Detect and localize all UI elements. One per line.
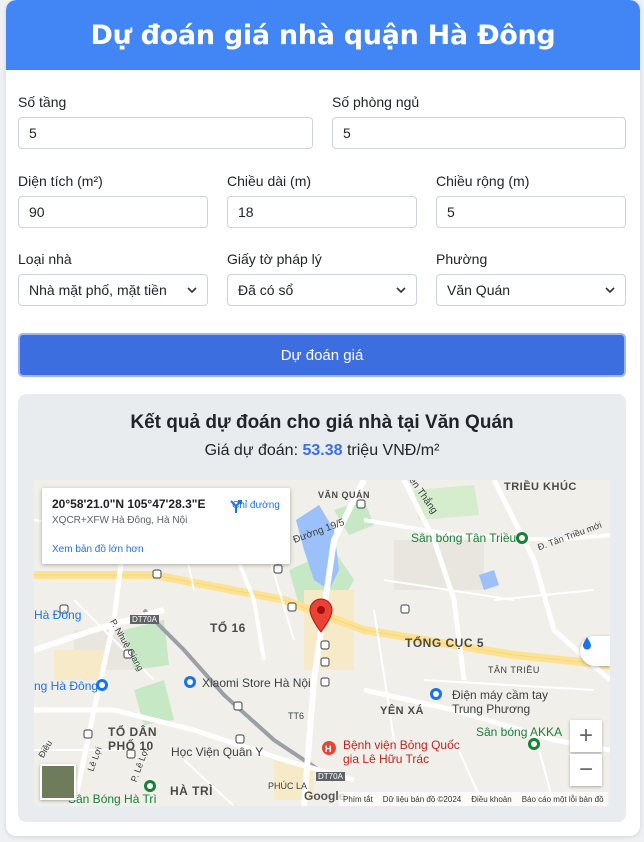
map-label-hoc-vien: Học Viện Quân Y	[171, 745, 264, 759]
map-label-to-dan-pho-a: TỔ DÂN	[108, 725, 157, 739]
price-prefix: Giá dự đoán:	[204, 442, 299, 459]
map-label-dt70a-2: DT70A	[316, 772, 345, 781]
predict-button[interactable]: Dự đoán giá	[18, 333, 626, 377]
map-label-san-bong-tan-trieu: Sân bóng Tân Triều	[411, 531, 517, 545]
bedrooms-input[interactable]: 5	[332, 117, 626, 149]
main-card: Dự đoán giá nhà quận Hà Đông Số tầng 5 S…	[6, 0, 640, 836]
width-label: Chiều rộng (m)	[436, 173, 530, 189]
ward-value: Văn Quán	[447, 282, 511, 298]
legal-select[interactable]: Đã có sổ	[227, 274, 417, 306]
width-input[interactable]: 5	[436, 196, 626, 228]
area-label: Diện tích (m²)	[18, 173, 103, 189]
header: Dự đoán giá nhà quận Hà Đông	[6, 0, 640, 70]
svg-text:H: H	[325, 744, 332, 754]
map-label-trung-phuong: Trung Phương	[452, 702, 531, 716]
chevron-down-icon	[396, 287, 406, 294]
map-footer-terms[interactable]: Điều khoản	[471, 795, 511, 804]
ward-label: Phường	[436, 251, 488, 267]
map-plus-code: XQCR+XFW Hà Đông, Hà Nội	[52, 515, 188, 526]
house-type-label: Loại nhà	[18, 251, 72, 267]
view-larger-map-link[interactable]: Xem bản đồ lớn hơn	[52, 544, 144, 555]
directions-button[interactable]: Chỉ đường	[228, 498, 284, 513]
pegman-button[interactable]	[580, 636, 610, 666]
map-label-benh-vien-2: gia Lê Hữu Trác	[343, 752, 430, 766]
map-label-dien-may: Điện máy cầm tay	[452, 688, 549, 702]
zoom-in-button[interactable]: +	[570, 720, 602, 752]
length-input[interactable]: 18	[227, 196, 417, 228]
legal-label: Giấy tờ pháp lý	[227, 251, 322, 267]
map-label-ha-tri: HÀ TRÌ	[170, 784, 213, 798]
map-label-tan-trieu: TÂN TRIỀU	[488, 665, 540, 675]
area-input[interactable]: 90	[18, 196, 208, 228]
map-label-san-bong-akka: Sân bóng AKKA	[476, 725, 563, 739]
result-price: Giá dự đoán: 53.38 triệu VNĐ/m²	[18, 442, 626, 460]
water-drop-icon	[583, 637, 591, 650]
map-info-box: 20°58'21.0"N 105°47'28.3"E XQCR+XFW Hà Đ…	[42, 488, 290, 564]
map-footer-shortcuts[interactable]: Phím tắt	[343, 795, 373, 804]
map-footer-report[interactable]: Báo cáo một lỗi bản đồ	[522, 795, 604, 804]
floors-label: Số tầng	[18, 94, 67, 110]
map-label-tong-cuc-5: TỔNG CỤC 5	[405, 636, 485, 650]
house-type-value: Nhà mặt phố, mặt tiền	[29, 282, 167, 298]
page-title: Dự đoán giá nhà quận Hà Đông	[90, 19, 556, 51]
map-coordinates: 20°58'21.0"N 105°47'28.3"E	[52, 497, 206, 511]
satellite-toggle[interactable]	[40, 764, 76, 800]
google-map[interactable]: H VĂN QUÁN TRIỀU KHÚC Chiến Thắng Đường …	[34, 480, 610, 806]
map-label-trieu-khuc: TRIỀU KHÚC	[504, 481, 577, 493]
length-label: Chiều dài (m)	[227, 173, 312, 189]
map-label-ng-ha-dong: ng Hà Đông	[34, 679, 99, 693]
map-footer: Phím tắt Dữ liệu bản đồ ©2024 Điều khoản…	[339, 792, 608, 806]
map-label-yen-xa: YÊN XÁ	[380, 705, 424, 717]
ward-select[interactable]: Văn Quán	[436, 274, 626, 306]
legal-value: Đã có sổ	[238, 282, 294, 298]
map-label-dt70a: DT70A	[130, 615, 159, 624]
price-value: 53.38	[302, 442, 343, 459]
bedrooms-label: Số phòng ngủ	[332, 94, 420, 110]
house-type-select[interactable]: Nhà mặt phố, mặt tiền	[18, 274, 208, 306]
price-unit: triệu VNĐ/m²	[346, 442, 440, 459]
chevron-down-icon	[605, 287, 615, 294]
result-title-prefix: Kết quả dự đoán cho giá nhà tại	[130, 412, 420, 433]
zoom-out-button[interactable]: −	[570, 754, 602, 786]
directions-icon	[230, 500, 242, 513]
result-panel: Kết quả dự đoán cho giá nhà tại Văn Quán…	[18, 394, 626, 822]
map-label-van-quan: VĂN QUÁN	[318, 490, 371, 500]
result-ward: Văn Quán	[424, 412, 514, 433]
map-label-san-bong-ha-tri: Sân Bóng Hà Trì	[68, 792, 157, 806]
map-label-tt6: TT6	[288, 711, 305, 721]
map-label-benh-vien-1: Bệnh viện Bỏng Quốc	[343, 738, 460, 752]
map-footer-data: Dữ liệu bản đồ ©2024	[382, 794, 462, 804]
map-label-ha-dong: Hà Đông	[34, 608, 82, 622]
map-label-phuc-la: PHÚC LA	[268, 781, 308, 791]
chevron-down-icon	[187, 287, 197, 294]
map-label-to-16: TỔ 16	[210, 621, 246, 635]
floors-input[interactable]: 5	[18, 117, 313, 149]
map-label-xiaomi: Xiaomi Store Hà Nội	[202, 676, 311, 690]
result-title: Kết quả dự đoán cho giá nhà tại Văn Quán	[18, 412, 626, 434]
